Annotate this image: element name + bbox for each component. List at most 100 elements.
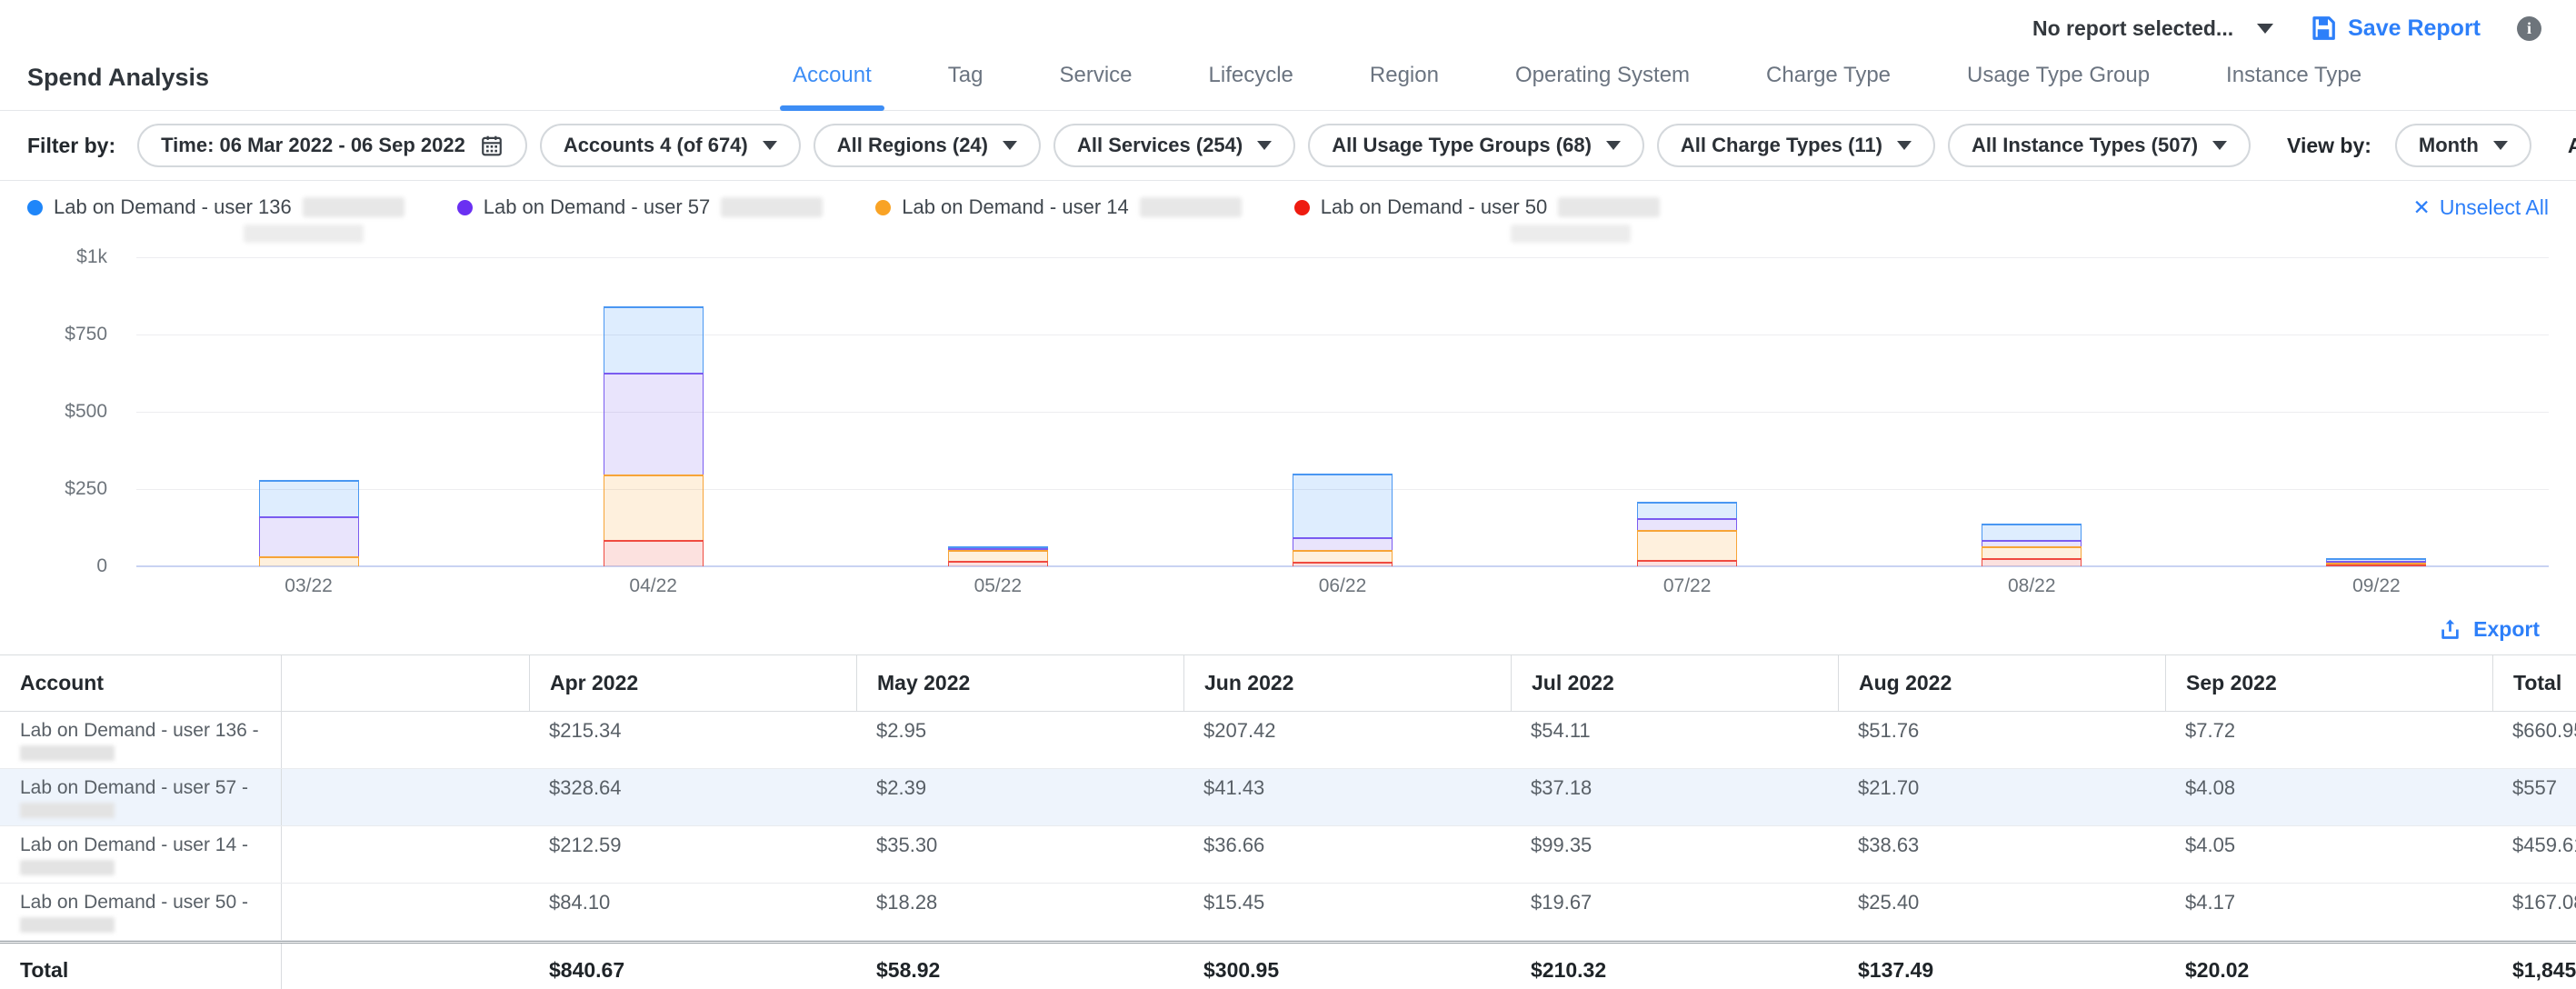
value-cell: $557 <box>2492 769 2576 825</box>
redacted-text <box>20 917 115 933</box>
legend-item-lab-on-demand-user-57[interactable]: Lab on Demand - user 57 <box>457 195 824 219</box>
chart-x-tick-label: 09/22 <box>2204 575 2549 597</box>
bar-segment-lab-on-demand-user-14 <box>259 556 359 566</box>
chart-bars-layer <box>136 257 2549 566</box>
filter-pill-label: All Instance Types (507) <box>1972 134 2198 157</box>
chart-x-tick-label: 03/22 <box>136 575 481 597</box>
redacted-text <box>244 225 364 243</box>
value-cell: $51.76 <box>1838 712 2165 768</box>
filter-pill-all-services-254[interactable]: All Services (254) <box>1053 124 1295 167</box>
chart-x-tick-label: 05/22 <box>825 575 1170 597</box>
stacked-bar-04-22[interactable] <box>604 306 704 566</box>
spend-chart: $1k$750$500$2500 03/2204/2205/2206/2207/… <box>0 248 2576 597</box>
view-by-value: Month <box>2419 134 2479 157</box>
value-cell: $4.05 <box>2165 826 2492 883</box>
total-value-cell: $210.32 <box>1511 944 1838 989</box>
legend-items: Lab on Demand - user 136 Lab on Demand - … <box>27 195 1712 243</box>
tab-tag[interactable]: Tag <box>910 63 1022 110</box>
stacked-bar-08-22[interactable] <box>1982 524 2082 566</box>
tab-region[interactable]: Region <box>1332 63 1477 110</box>
stacked-bar-09-22[interactable] <box>2326 558 2426 566</box>
filter-pill-all-instance-types-507[interactable]: All Instance Types (507) <box>1948 124 2251 167</box>
value-cell: $99.35 <box>1511 826 1838 883</box>
time-filter-pill[interactable]: Time: 06 Mar 2022 - 06 Sep 2022 <box>137 124 527 167</box>
bar-segment-lab-on-demand-user-14 <box>1982 546 2082 558</box>
filter-pill-all-charge-types-11[interactable]: All Charge Types (11) <box>1657 124 1935 167</box>
export-icon <box>2438 617 2462 642</box>
value-cell: $36.66 <box>1183 826 1511 883</box>
legend-item-line: Lab on Demand - user 136 <box>27 195 404 219</box>
account-name: Lab on Demand - user 57 - <box>20 776 272 799</box>
value-cell: $41.43 <box>1183 769 1511 825</box>
bar-segment-lab-on-demand-user-136 <box>1293 474 1393 538</box>
chart-slot-07-22 <box>1515 257 1860 566</box>
tab-lifecycle[interactable]: Lifecycle <box>1171 63 1332 110</box>
legend-item-label: Lab on Demand - user 50 <box>1321 195 1548 219</box>
account-name: Lab on Demand - user 50 - <box>20 891 272 914</box>
table-header-row: AccountApr 2022May 2022Jun 2022Jul 2022A… <box>0 654 2576 712</box>
chart-x-tick-label: 06/22 <box>1170 575 1514 597</box>
column-header-apr-2022: Apr 2022 <box>529 655 856 711</box>
spend-table: AccountApr 2022May 2022Jun 2022Jul 2022A… <box>0 654 2576 989</box>
tab-service[interactable]: Service <box>1021 63 1170 110</box>
filter-pill-all-usage-type-groups-68[interactable]: All Usage Type Groups (68) <box>1308 124 1644 167</box>
spacer-cell <box>282 826 529 883</box>
close-icon: ✕ <box>2413 195 2431 220</box>
value-cell: $207.42 <box>1183 712 1511 768</box>
chart-x-tick-label: 08/22 <box>1860 575 2204 597</box>
chart-slot-06-22 <box>1170 257 1514 566</box>
legend-item-line: Lab on Demand - user 14 <box>875 195 1242 219</box>
info-icon[interactable]: i <box>2517 16 2541 41</box>
stacked-bar-06-22[interactable] <box>1293 474 1393 566</box>
export-button[interactable]: Export <box>2438 617 2540 642</box>
save-report-button[interactable]: Save Report <box>2310 15 2481 42</box>
legend-item-label: Lab on Demand - user 14 <box>902 195 1129 219</box>
column-header-account: Account <box>0 655 282 711</box>
tab-instance-type[interactable]: Instance Type <box>2188 63 2400 110</box>
tab-charge-type[interactable]: Charge Type <box>1728 63 1929 110</box>
chart-slot-03-22 <box>136 257 481 566</box>
filter-pill-all-regions-24[interactable]: All Regions (24) <box>814 124 1041 167</box>
filter-pill-accounts-4-of-674[interactable]: Accounts 4 (of 674) <box>540 124 801 167</box>
legend-item-lab-on-demand-user-136[interactable]: Lab on Demand - user 136 <box>27 195 404 243</box>
legend-item-line: Lab on Demand - user 57 <box>457 195 824 219</box>
report-selector-dropdown[interactable]: No report selected... <box>2032 16 2273 41</box>
bar-segment-lab-on-demand-user-57 <box>1982 540 2082 546</box>
bar-segment-lab-on-demand-user-136 <box>604 306 704 373</box>
value-cell: $15.45 <box>1183 884 1511 940</box>
unselect-all-button[interactable]: ✕ Unselect All <box>2413 195 2549 220</box>
tab-operating-system[interactable]: Operating System <box>1477 63 1728 110</box>
bar-segment-lab-on-demand-user-14 <box>604 475 704 540</box>
chart-slot-05-22 <box>825 257 1170 566</box>
view-by-dropdown[interactable]: Month <box>2395 124 2531 167</box>
legend-item-lab-on-demand-user-50[interactable]: Lab on Demand - user 50 <box>1294 195 1661 243</box>
legend-item-lab-on-demand-user-14[interactable]: Lab on Demand - user 14 <box>875 195 1242 219</box>
stacked-bar-05-22[interactable] <box>948 546 1048 566</box>
bar-segment-lab-on-demand-user-14 <box>1637 530 1737 561</box>
legend-dot-icon <box>457 200 473 215</box>
total-value-cell: $137.49 <box>1838 944 2165 989</box>
filter-pill-label: All Regions (24) <box>837 134 988 157</box>
value-cell: $84.10 <box>529 884 856 940</box>
column-header-may-2022: May 2022 <box>856 655 1183 711</box>
legend-item-label: Lab on Demand - user 57 <box>484 195 711 219</box>
chart-legend: Lab on Demand - user 136 Lab on Demand - … <box>0 181 2576 248</box>
spacer-cell <box>282 884 529 940</box>
tab-usage-type-group[interactable]: Usage Type Group <box>1929 63 2188 110</box>
redacted-text <box>1511 225 1631 243</box>
stacked-bar-03-22[interactable] <box>259 480 359 566</box>
time-filter-value: Time: 06 Mar 2022 - 06 Sep 2022 <box>161 134 465 157</box>
chevron-down-icon <box>1897 141 1912 150</box>
bar-segment-lab-on-demand-user-57 <box>1293 537 1393 550</box>
value-cell: $660.95 <box>2492 712 2576 768</box>
bar-segment-lab-on-demand-user-50 <box>1637 560 1737 566</box>
stacked-bar-07-22[interactable] <box>1637 502 1737 566</box>
report-selector-value: No report selected... <box>2032 16 2233 41</box>
tab-account[interactable]: Account <box>754 63 910 110</box>
filter-pill-label: All Services (254) <box>1077 134 1243 157</box>
view-by-group: View by: Month <box>2287 124 2531 167</box>
bar-segment-lab-on-demand-user-14 <box>1293 550 1393 561</box>
table-row: Lab on Demand - user 50 -$84.10$18.28$15… <box>0 884 2576 941</box>
chart-x-axis-labels: 03/2204/2205/2206/2207/2208/2209/22 <box>136 575 2549 597</box>
spacer-cell <box>282 712 529 768</box>
